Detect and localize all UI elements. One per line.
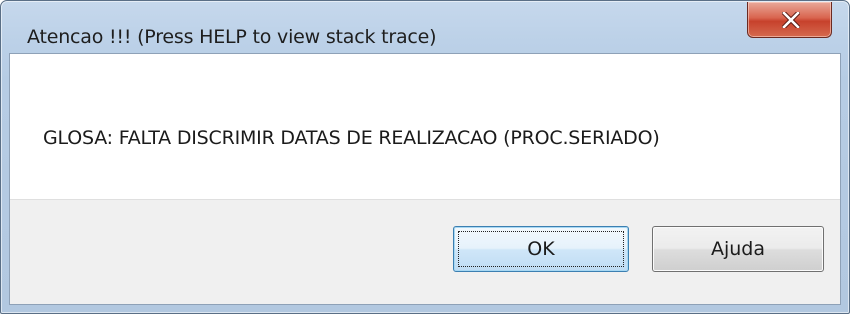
close-button[interactable] xyxy=(747,2,832,38)
message-dialog-window: Atencao !!! (Press HELP to view stack tr… xyxy=(0,0,850,314)
message-text: GLOSA: FALTA DISCRIMIR DATAS DE REALIZAC… xyxy=(43,127,660,149)
help-button[interactable]: Ajuda xyxy=(652,226,824,272)
help-button-label: Ajuda xyxy=(710,238,766,260)
button-bar: OK Ajuda xyxy=(10,199,840,304)
dialog-client-area: GLOSA: FALTA DISCRIMIR DATAS DE REALIZAC… xyxy=(9,53,841,305)
title-bar[interactable]: Atencao !!! (Press HELP to view stack tr… xyxy=(1,1,849,53)
message-panel: GLOSA: FALTA DISCRIMIR DATAS DE REALIZAC… xyxy=(10,54,840,199)
ok-button-label: OK xyxy=(527,238,555,260)
window-title: Atencao !!! (Press HELP to view stack tr… xyxy=(27,26,437,48)
ok-button[interactable]: OK xyxy=(453,226,629,272)
close-icon xyxy=(782,12,800,28)
